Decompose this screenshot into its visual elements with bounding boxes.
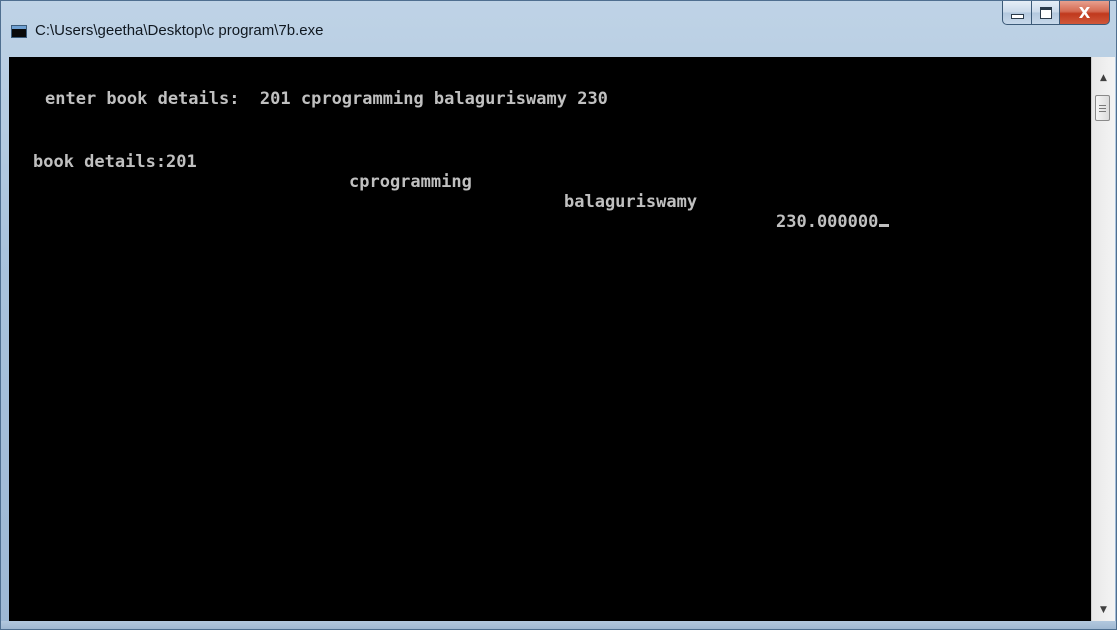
scroll-thumb[interactable] bbox=[1095, 95, 1110, 121]
console-line-prompt: enter book details: 201 cprogramming bal… bbox=[45, 89, 608, 109]
output-book-title: cprogramming bbox=[349, 172, 472, 192]
grip-icon bbox=[1099, 104, 1106, 112]
close-icon: X bbox=[1078, 3, 1091, 22]
maximize-button[interactable] bbox=[1032, 1, 1060, 25]
close-button[interactable]: X bbox=[1060, 1, 1110, 25]
minimize-button[interactable] bbox=[1002, 1, 1032, 25]
window-bottom-border bbox=[1, 621, 1116, 629]
scroll-up-arrow-icon[interactable]: ▲ bbox=[1092, 69, 1115, 87]
output-label: book details:201 bbox=[33, 152, 197, 172]
output-book-author: balaguriswamy bbox=[564, 192, 698, 212]
title-bar[interactable]: C:\Users\geetha\Desktop\c program\7b.exe… bbox=[1, 1, 1116, 57]
console-line-output: book details:201 cprogramming balagurisw… bbox=[33, 132, 890, 252]
vertical-scrollbar[interactable]: ▲ ▼ bbox=[1091, 57, 1115, 623]
minimize-icon bbox=[1010, 14, 1024, 19]
text-cursor bbox=[879, 224, 890, 227]
output-book-price: 230.000000 bbox=[776, 212, 879, 232]
caption-buttons: X bbox=[1002, 1, 1110, 27]
scroll-down-arrow-icon[interactable]: ▼ bbox=[1092, 601, 1115, 619]
output-book-price-wrap: 230.000000 bbox=[776, 212, 890, 232]
console-output-area[interactable]: enter book details: 201 cprogramming bal… bbox=[9, 57, 1092, 623]
maximize-icon bbox=[1039, 6, 1052, 19]
console-app-icon[interactable] bbox=[11, 25, 27, 38]
window-title: C:\Users\geetha\Desktop\c program\7b.exe bbox=[35, 22, 324, 39]
console-window: C:\Users\geetha\Desktop\c program\7b.exe… bbox=[0, 0, 1117, 630]
